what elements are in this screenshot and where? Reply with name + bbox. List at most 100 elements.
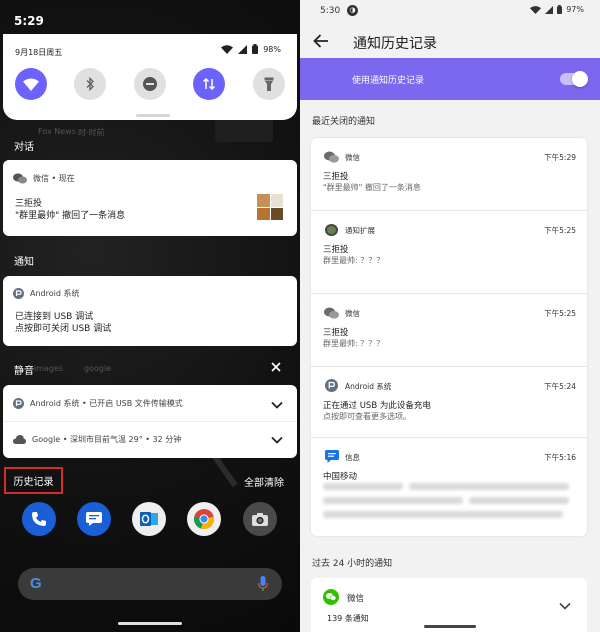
app-bar: 通知历史记录	[300, 22, 600, 62]
history-toggle-row[interactable]: 使用通知历史记录	[300, 58, 600, 100]
chevron-down-icon[interactable]	[557, 598, 573, 614]
cell-signal-icon	[545, 5, 554, 14]
silent-item-android[interactable]: Android 系统 • 已开启 USB 文件传输模式	[13, 398, 183, 409]
history-toggle-switch[interactable]	[560, 71, 588, 87]
android-usb-debug-card[interactable]: Android 系统 已连接到 USB 调试 点按即可关闭 USB 调试	[3, 276, 297, 346]
list-item[interactable]: 信息 下午5:16 中国移动	[311, 438, 587, 536]
usb-debug-line2: 点按即可关闭 USB 调试	[15, 324, 112, 334]
notifications-section-label: 通知	[14, 257, 34, 268]
divider	[3, 421, 297, 422]
android-app-row: Android 系统	[13, 288, 79, 299]
switch-knob	[572, 71, 588, 87]
close-icon[interactable]	[270, 361, 282, 373]
list-item[interactable]: 通知扩展 下午5:25 三拒投 群里最帅: ？？？	[311, 211, 587, 293]
entry-time: 下午5:24	[544, 382, 576, 391]
history-button[interactable]: 历史记录	[4, 467, 63, 494]
conversation-text: "群里最帅" 撤回了一条消息	[15, 211, 126, 221]
microphone-icon[interactable]	[258, 576, 268, 592]
message-icon	[86, 512, 102, 526]
gesture-nav-bar[interactable]	[118, 622, 182, 625]
past-24h-group[interactable]: 微信 139 条通知	[311, 578, 587, 632]
messages-app-icon[interactable]	[77, 502, 111, 536]
avatar	[257, 194, 283, 220]
entry-title: 正在通过 USB 为此设备充电	[323, 401, 431, 411]
entry-time: 下午5:29	[544, 153, 576, 162]
list-item[interactable]: 微信 下午5:25 三拒投 群里最帅: ？？？	[311, 294, 587, 366]
outlook-app-icon[interactable]	[132, 502, 166, 536]
qs-battery-percent: 98%	[263, 44, 281, 54]
conversation-section-label: 对话	[14, 142, 34, 153]
conversation-notification-card[interactable]: 微信 • 现在 三拒投 "群里最帅" 撤回了一条消息	[3, 160, 297, 236]
dnd-tile[interactable]	[134, 68, 166, 100]
entry-title: 中国移动	[323, 472, 358, 482]
chrome-app-icon[interactable]	[187, 502, 221, 536]
page-title: 通知历史记录	[353, 36, 437, 52]
silent-section-label: 静音	[14, 366, 34, 377]
wifi-tile[interactable]	[15, 68, 47, 100]
conversation-app-name: 微信 • 现在	[33, 174, 75, 183]
android-icon	[324, 378, 339, 393]
phone-icon	[32, 512, 46, 526]
past-notification-count: 139 条通知	[327, 614, 369, 623]
gesture-nav-bar[interactable]	[424, 625, 476, 628]
redacted-text	[409, 483, 569, 490]
redacted-text	[323, 497, 463, 504]
entry-title: 三拒投	[323, 328, 349, 338]
ghost-text-4: google	[84, 364, 112, 373]
app-status-icon: ◑	[347, 5, 358, 16]
list-item[interactable]: Android 系统 下午5:24 正在通过 USB 为此设备充电 点按即可查看…	[311, 367, 587, 437]
chrome-icon	[193, 509, 215, 529]
silent-notification-group: Android 系统 • 已开启 USB 文件传输模式 Google • 深圳市…	[3, 385, 297, 458]
entry-app-name: 通知扩展	[345, 226, 375, 235]
chevron-down-icon[interactable]	[269, 432, 285, 448]
status-time: 5:30	[320, 6, 341, 16]
battery-percent: 97%	[566, 5, 584, 14]
android-system-icon	[13, 288, 24, 299]
flashlight-tile[interactable]	[253, 68, 285, 100]
phone-app-icon[interactable]	[22, 502, 56, 536]
camera-app-icon[interactable]	[243, 502, 277, 536]
entry-time: 下午5:16	[544, 453, 576, 462]
past-24h-section-title: 过去 24 小时的通知	[312, 559, 393, 569]
back-arrow-icon[interactable]	[312, 32, 330, 50]
cell-signal-icon	[238, 44, 248, 54]
entry-text: 群里最帅: ？？？	[323, 339, 385, 348]
qs-date[interactable]: 9月18日周五	[15, 47, 62, 58]
cloud-icon	[13, 435, 26, 444]
wechat-icon	[324, 149, 339, 164]
google-logo-icon: G	[30, 575, 42, 592]
silent-item-google[interactable]: Google • 深圳市目前气温 29° • 32 分钟	[13, 434, 181, 445]
redacted-text	[323, 511, 563, 518]
camera-icon	[252, 512, 268, 526]
mobile-data-tile[interactable]	[193, 68, 225, 100]
flashlight-icon	[264, 77, 274, 91]
ghost-card	[215, 118, 273, 142]
qs-drag-handle[interactable]	[136, 114, 170, 117]
clear-all-button[interactable]: 全部清除	[244, 474, 284, 489]
quick-settings-panel: 9月18日周五 98%	[3, 34, 297, 120]
entry-title: 三拒投	[323, 172, 349, 182]
outlook-icon	[140, 512, 158, 526]
recent-section-title: 最近关闭的通知	[312, 117, 376, 127]
messages-icon	[324, 449, 339, 464]
chevron-down-icon[interactable]	[269, 397, 285, 413]
battery-icon	[557, 5, 563, 14]
status-time: 5:29	[14, 14, 44, 28]
ghost-text-1: Fox News	[38, 127, 76, 136]
notification-history-screen: 5:30 ◑ 97% 通知历史记录 使用通知历史记录 最近关闭的通知 微信 下午…	[300, 0, 600, 632]
data-transfer-icon	[202, 77, 216, 91]
bluetooth-tile[interactable]	[74, 68, 106, 100]
android-system-icon	[13, 398, 24, 409]
entry-text: 群里最帅: ？？？	[323, 256, 385, 265]
google-search-bar[interactable]: G	[18, 568, 282, 600]
notification-shade: Fox News 时·时前 images google 5:29 9月18日周五…	[0, 0, 300, 632]
bluetooth-icon	[86, 77, 94, 91]
wifi-signal-icon	[530, 5, 542, 14]
list-item[interactable]: 微信 下午5:29 三拒投 "群里最帅" 撤回了一条消息	[311, 138, 587, 210]
recent-notifications-list: 微信 下午5:29 三拒投 "群里最帅" 撤回了一条消息 通知扩展 下午5:25…	[311, 138, 587, 536]
ghost-text-2: 时·时前	[78, 128, 105, 137]
entry-app-name: Android 系统	[345, 382, 392, 391]
qs-system-icons: 98%	[221, 44, 281, 54]
status-icons: 97%	[530, 5, 584, 14]
entry-app-name: 信息	[345, 453, 360, 462]
